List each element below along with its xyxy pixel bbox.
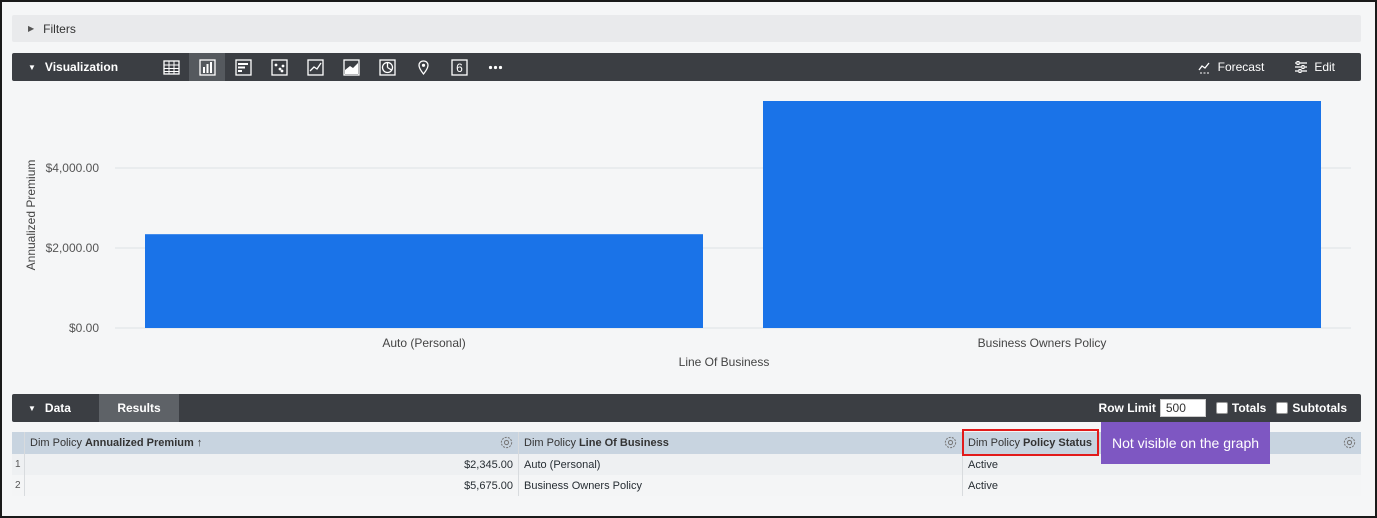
- annotation-callout: Not visible on the graph: [1101, 422, 1270, 464]
- cell-annualized-premium[interactable]: $5,675.00: [25, 475, 519, 496]
- x-tick-label: Auto (Personal): [382, 336, 465, 350]
- row-index-header: [12, 432, 25, 454]
- filters-section-header[interactable]: ▶ Filters: [12, 15, 1361, 42]
- edit-button[interactable]: Edit: [1294, 60, 1335, 74]
- data-toggle[interactable]: ▼ Data: [12, 401, 71, 415]
- table-icon[interactable]: [153, 53, 189, 81]
- y-tick-label: $0.00: [69, 321, 99, 335]
- data-title: Data: [44, 401, 71, 415]
- visualization-toggle[interactable]: ▼ Visualization: [12, 60, 118, 74]
- row-index: 2: [12, 475, 25, 496]
- subtotals-checkbox[interactable]: [1276, 402, 1289, 414]
- column-header-annualized-premium[interactable]: Dim Policy Annualized Premium ↑: [25, 432, 519, 454]
- row-limit-label: Row Limit: [1098, 401, 1156, 415]
- row-limit-input[interactable]: [1159, 399, 1206, 417]
- forecast-icon: [1198, 62, 1210, 74]
- caret-right-icon: ▶: [28, 24, 35, 33]
- bar[interactable]: [145, 234, 703, 328]
- area-chart-icon[interactable]: [333, 53, 369, 81]
- forecast-label: Forecast: [1217, 60, 1265, 74]
- cell-line-of-business[interactable]: Business Owners Policy: [519, 475, 963, 496]
- totals-toggle[interactable]: Totals: [1215, 401, 1267, 415]
- cell-policy-status[interactable]: Active: [963, 475, 1361, 496]
- edit-label: Edit: [1314, 60, 1335, 74]
- totals-label: Totals: [1231, 401, 1267, 415]
- bars: [145, 101, 1321, 328]
- column-prefix: Dim Policy: [30, 437, 82, 449]
- more-icon[interactable]: [477, 53, 513, 81]
- row-index: 1: [12, 454, 25, 475]
- y-tick-label: $2,000.00: [46, 241, 100, 255]
- forecast-button[interactable]: Forecast: [1198, 60, 1265, 74]
- gear-icon[interactable]: [943, 435, 958, 450]
- y-axis-title: Annualized Premium: [24, 160, 38, 271]
- x-tick-label: Business Owners Policy: [978, 336, 1107, 350]
- caret-down-icon: ▼: [28, 403, 36, 413]
- scatter-icon[interactable]: [261, 53, 297, 81]
- data-controls: Row Limit Totals Subtotals: [1099, 394, 1347, 422]
- single-value-glyph: 6: [456, 61, 463, 75]
- filters-label: Filters: [43, 21, 76, 36]
- pie-chart-icon[interactable]: [369, 53, 405, 81]
- data-bar: ▼ Data Results Row Limit Totals Subtotal…: [12, 394, 1361, 422]
- single-value-icon[interactable]: 6: [441, 53, 477, 81]
- results-tab-label: Results: [117, 401, 161, 415]
- cell-annualized-premium[interactable]: $2,345.00: [25, 454, 519, 475]
- visualization-title: Visualization: [44, 60, 119, 74]
- column-chart: $0.00 $2,000.00 $4,000.00 Auto (Personal) Bu…: [12, 82, 1361, 387]
- callout-text: Not visible on the graph: [1111, 435, 1260, 451]
- y-tick-label: $4,000.00: [46, 161, 100, 175]
- gear-icon[interactable]: [499, 435, 514, 450]
- table-row[interactable]: 2 $5,675.00 Business Owners Policy Activ…: [12, 475, 1361, 496]
- column-prefix: Dim Policy: [524, 437, 576, 449]
- policy-status-highlight: [962, 429, 1099, 456]
- column-header-line-of-business[interactable]: Dim Policy Line Of Business: [519, 432, 963, 454]
- caret-down-icon: ▼: [28, 62, 36, 72]
- column-chart-icon[interactable]: [189, 53, 225, 81]
- line-chart-icon[interactable]: [297, 53, 333, 81]
- visualization-type-picker: 6: [153, 53, 513, 81]
- subtotals-toggle[interactable]: Subtotals: [1276, 401, 1347, 415]
- totals-checkbox[interactable]: [1215, 402, 1228, 414]
- column-name: Annualized Premium ↑: [84, 437, 203, 449]
- gear-icon[interactable]: [1342, 435, 1357, 450]
- x-axis-title: Line Of Business: [679, 355, 770, 369]
- visualization-bar: ▼ Visualization 6 Forecast Edit: [12, 53, 1361, 81]
- chart-canvas: $0.00 $2,000.00 $4,000.00 Auto (Personal) Bu…: [24, 101, 1351, 369]
- tab-results[interactable]: Results: [99, 394, 179, 422]
- bar-chart-icon[interactable]: [225, 53, 261, 81]
- subtotals-label: Subtotals: [1292, 401, 1347, 415]
- column-name: Line Of Business: [578, 437, 669, 449]
- bar[interactable]: [763, 101, 1321, 328]
- cell-line-of-business[interactable]: Auto (Personal): [519, 454, 963, 475]
- visualization-actions: Forecast Edit: [1168, 53, 1335, 81]
- map-pin-icon[interactable]: [405, 53, 441, 81]
- explore-page: ▶ Filters ▼ Visualization 6 Forecast Edi…: [0, 0, 1377, 518]
- sliders-icon: [1295, 61, 1308, 73]
